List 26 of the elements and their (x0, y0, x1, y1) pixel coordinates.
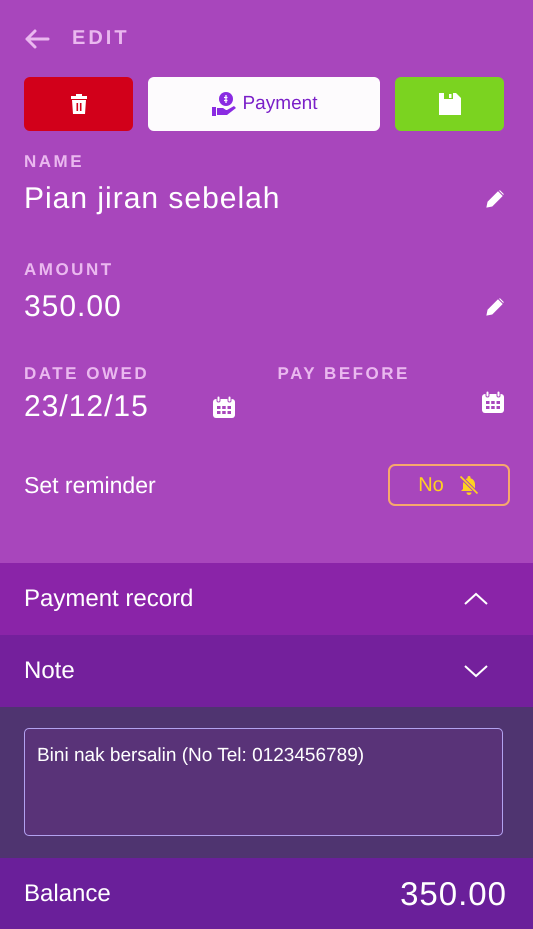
page-title: EDIT (72, 27, 130, 50)
pencil-icon[interactable] (485, 189, 505, 209)
field-value: 350.00 (24, 290, 122, 324)
field-value: Pian jiran sebelah (24, 182, 280, 216)
balance-label: Balance (24, 880, 111, 908)
back-arrow-icon[interactable] (24, 28, 50, 50)
bell-off-icon (458, 474, 480, 496)
delete-button[interactable] (24, 77, 133, 131)
reminder-label: Set reminder (24, 472, 156, 498)
pencil-icon[interactable] (485, 297, 505, 317)
field-label: AMOUNT (24, 260, 115, 280)
hand-coin-icon (210, 91, 236, 117)
chevron-down-icon (463, 664, 489, 678)
section-header[interactable]: Payment record (0, 563, 533, 635)
field-label: DATE OWED (24, 364, 150, 384)
balance-value: 350.00 (400, 874, 507, 912)
note-field[interactable]: Bini nak bersalin (No Tel: 0123456789) (24, 728, 503, 836)
section-header[interactable]: Note (0, 635, 533, 707)
field-label: NAME (24, 152, 86, 172)
calendar-icon[interactable] (212, 395, 236, 419)
chevron-up-icon (463, 592, 489, 606)
field-label: PAY BEFORE (278, 364, 411, 384)
calendar-icon[interactable] (481, 390, 505, 414)
date-value: 23/12/15 (24, 390, 149, 424)
trash-icon (70, 93, 88, 115)
payment-button[interactable]: Payment (148, 77, 380, 131)
